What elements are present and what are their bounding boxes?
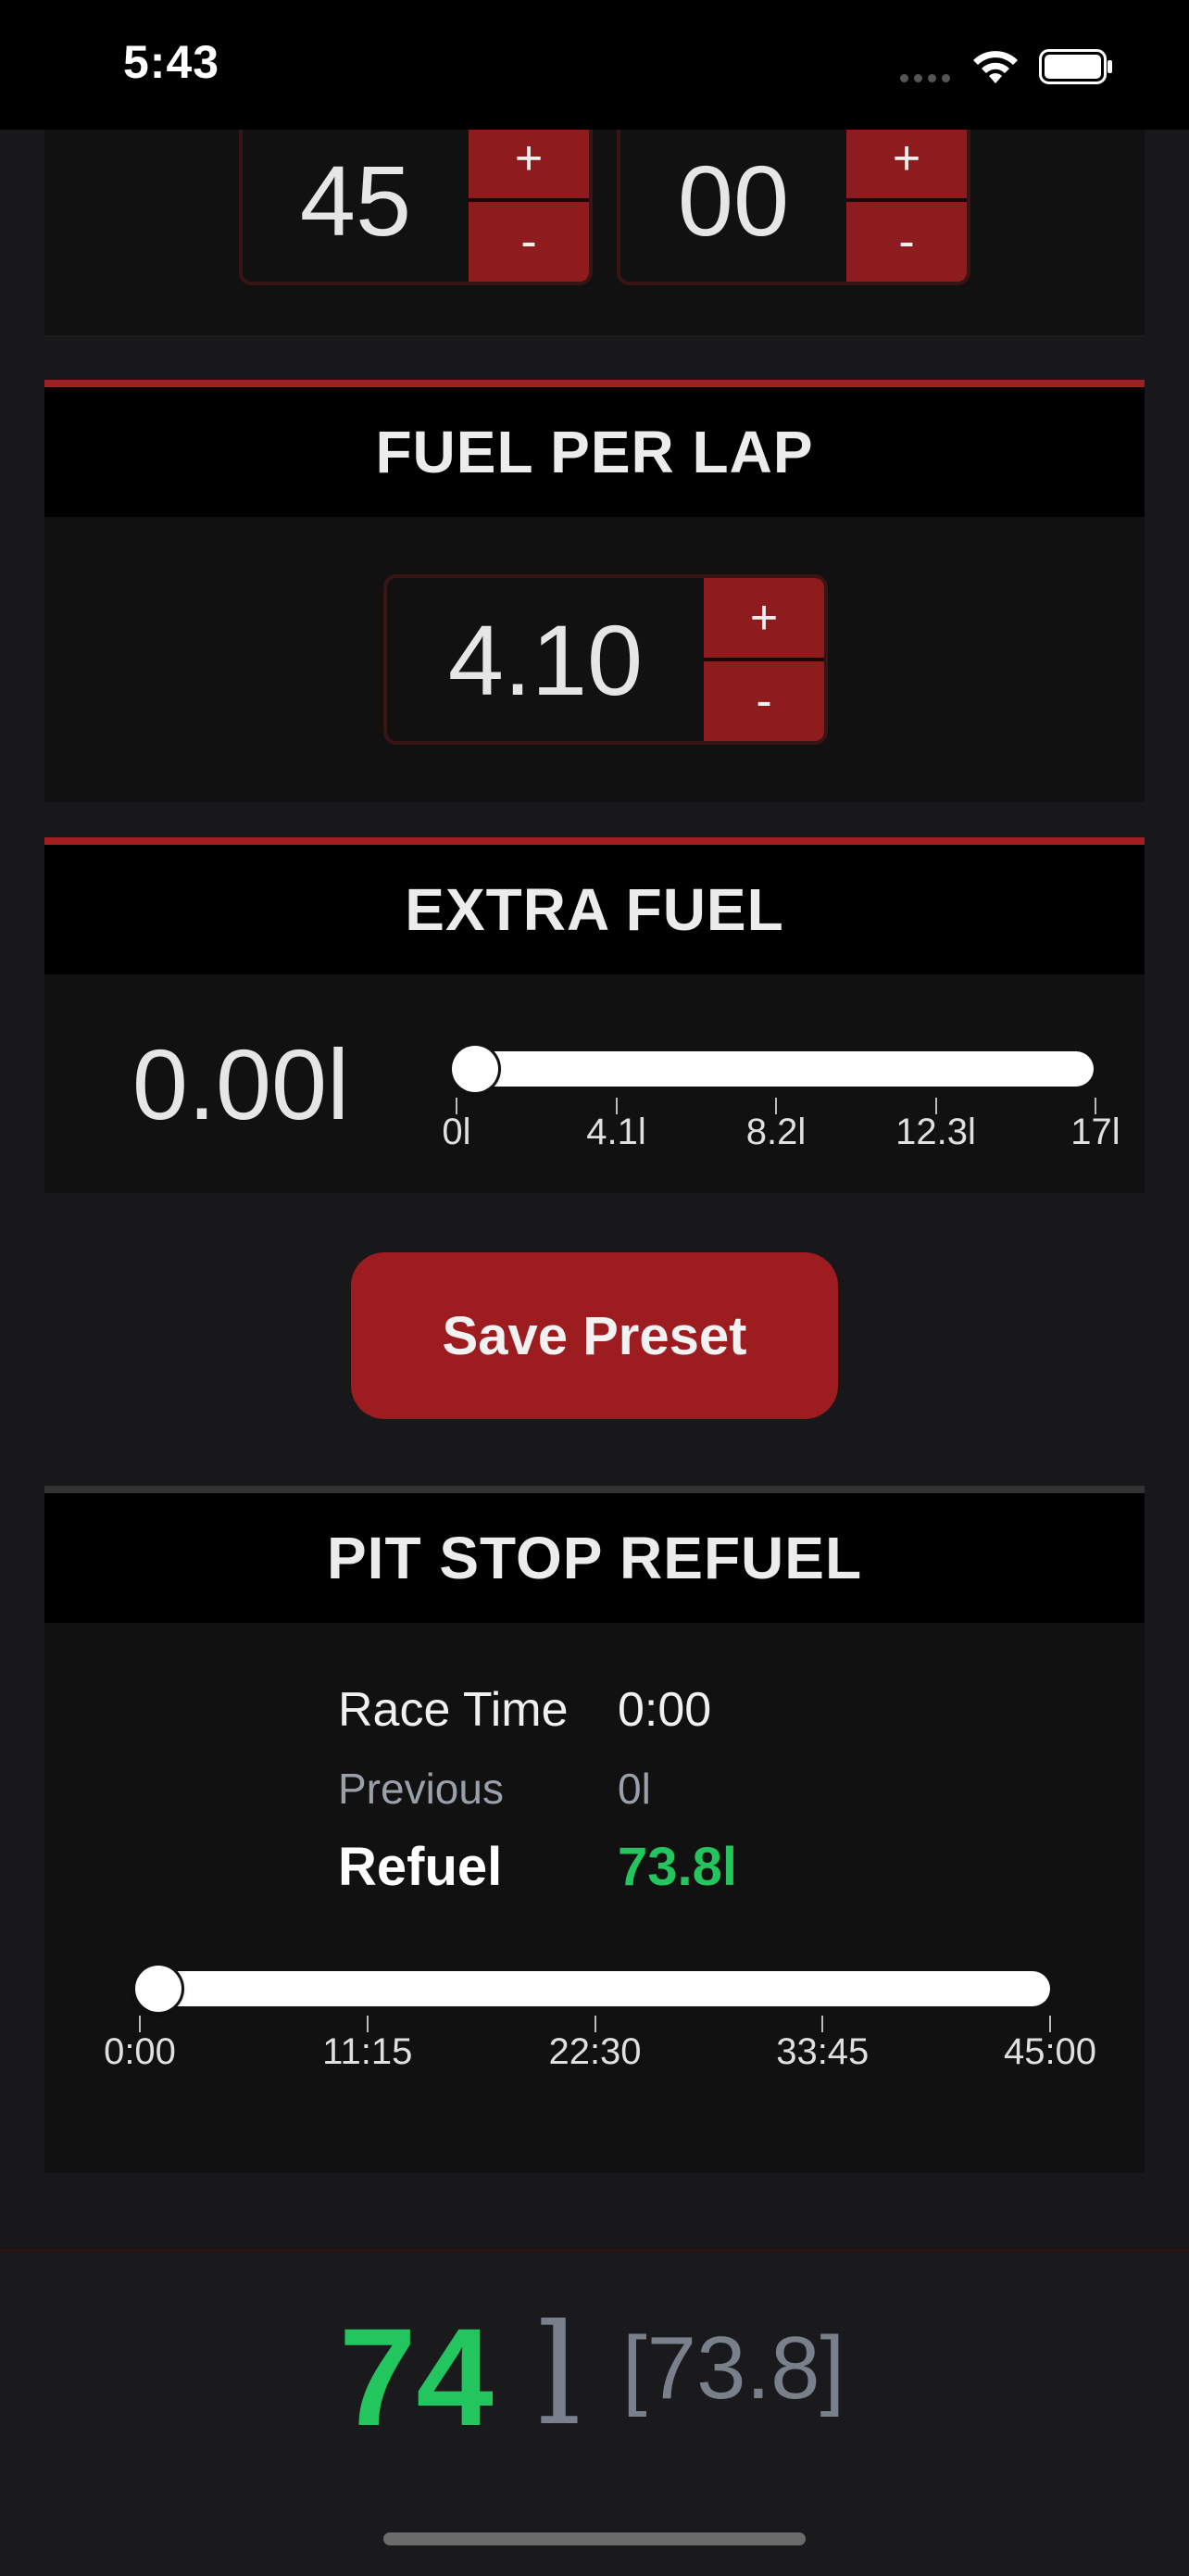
status-bar: 5:43 bbox=[0, 0, 1189, 130]
extra-fuel-slider-thumb[interactable] bbox=[452, 1046, 498, 1092]
seconds-stepper: 00 + - bbox=[617, 115, 970, 285]
race-time-slider-tick-label: 45:00 bbox=[1003, 2031, 1097, 2072]
total-fuel-value: 74 bbox=[339, 2299, 494, 2455]
previous-label: Previous bbox=[338, 1765, 504, 1813]
extra-fuel-slider-track[interactable] bbox=[455, 1051, 1094, 1087]
total-fuel-unit: l bbox=[537, 2295, 582, 2457]
race-time-slider-tick bbox=[366, 2016, 369, 2032]
minutes-decrement-button[interactable]: - bbox=[469, 202, 589, 282]
race-time-slider-tick-label: 0:00 bbox=[104, 2031, 176, 2072]
race-time-slider-tick bbox=[1049, 2016, 1051, 2032]
refuel-label: Refuel bbox=[338, 1837, 503, 1897]
fuel-per-lap-stepper: 4.10 + - bbox=[383, 574, 828, 745]
race-time-slider-track[interactable] bbox=[139, 1971, 1050, 2006]
fuel-per-lap-value: 4.10 bbox=[447, 603, 644, 716]
extra-fuel-slider-tick-label: 12.3l bbox=[895, 1112, 976, 1152]
minutes-value: 45 bbox=[299, 144, 412, 257]
race-time-slider-tick-label: 33:45 bbox=[776, 2031, 870, 2072]
race-time-slider-tick bbox=[139, 2016, 141, 2032]
cellular-signal-icon bbox=[900, 74, 950, 82]
extra-fuel-slider-tick-label: 4.1l bbox=[586, 1112, 646, 1152]
extra-fuel-slider-tick-label: 0l bbox=[442, 1112, 471, 1152]
battery-icon bbox=[1039, 49, 1112, 84]
race-time-slider-tick-label: 22:30 bbox=[548, 2031, 642, 2072]
minutes-increment-button[interactable]: + bbox=[469, 119, 589, 202]
fuel-per-lap-card: FUEL PER LAP 4.10 + - bbox=[44, 380, 1145, 802]
extra-fuel-slider-tick-label: 17l bbox=[1070, 1112, 1120, 1152]
wifi-icon bbox=[973, 51, 1018, 83]
race-time-value: 0:00 bbox=[618, 1683, 712, 1737]
race-time-label: Race Time bbox=[338, 1683, 569, 1737]
fuel-per-lap-decrement-button[interactable]: - bbox=[704, 661, 824, 741]
fuel-per-lap-increment-button[interactable]: + bbox=[704, 578, 824, 661]
extra-fuel-title: EXTRA FUEL bbox=[44, 845, 1145, 974]
fuel-per-lap-title: FUEL PER LAP bbox=[44, 387, 1145, 517]
home-indicator[interactable] bbox=[383, 2532, 806, 2545]
seconds-value: 00 bbox=[677, 144, 790, 257]
race-time-slider-tick-label: 11:15 bbox=[322, 2031, 413, 2072]
total-fuel-bar bbox=[0, 2249, 1189, 2576]
previous-value: 0l bbox=[618, 1765, 651, 1813]
race-time-slider-tick bbox=[821, 2016, 824, 2032]
extra-fuel-slider-tick-label: 8.2l bbox=[745, 1112, 807, 1152]
seconds-decrement-button[interactable]: - bbox=[846, 202, 967, 282]
save-preset-button[interactable]: Save Preset bbox=[351, 1252, 838, 1419]
pit-stop-refuel-title: PIT STOP REFUEL bbox=[44, 1493, 1145, 1623]
race-time-slider-thumb[interactable] bbox=[135, 1966, 181, 2012]
minutes-stepper: 45 + - bbox=[239, 115, 593, 285]
race-time-slider-tick bbox=[594, 2016, 596, 2032]
total-fuel-exact: [73.8] bbox=[622, 2318, 845, 2418]
seconds-increment-button[interactable]: + bbox=[846, 119, 967, 202]
status-time: 5:43 bbox=[123, 36, 220, 88]
refuel-value: 73.8l bbox=[618, 1837, 737, 1897]
extra-fuel-value: 0.00l bbox=[131, 1028, 350, 1140]
